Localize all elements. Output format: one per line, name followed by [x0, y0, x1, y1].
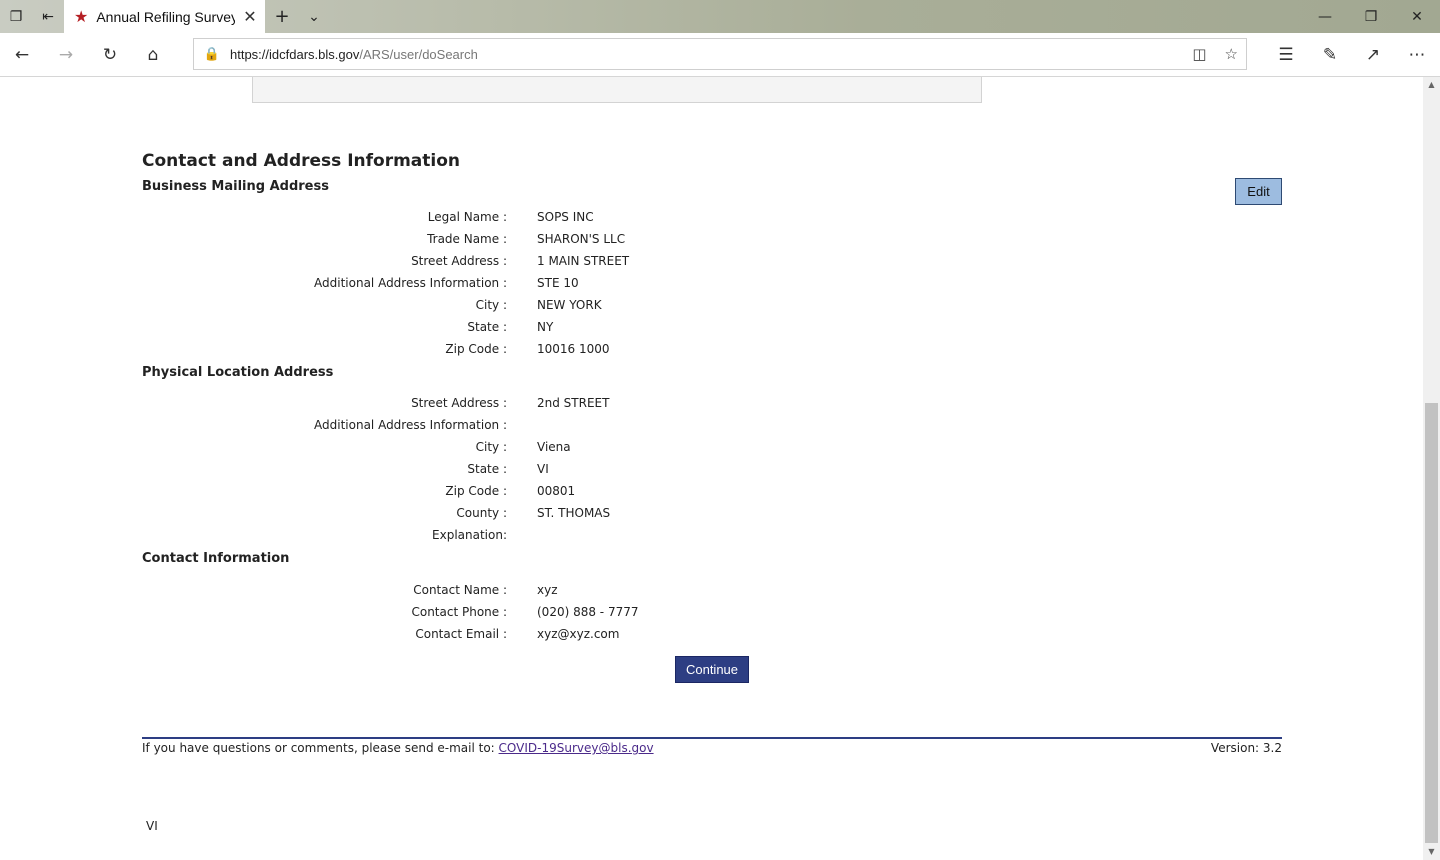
refresh-icon[interactable]: ↻	[94, 39, 126, 71]
tab-title: Annual Refiling Survey -	[96, 8, 235, 25]
business-row-city: City : NEW YORK	[475, 298, 602, 312]
physical-row-county: County : ST. THOMAS	[456, 506, 611, 520]
restore-icon[interactable]: ❐	[1348, 0, 1394, 33]
minimize-icon[interactable]: —	[1302, 0, 1348, 33]
favorite-star-icon[interactable]: ☆	[1225, 45, 1238, 63]
back-arrow-icon[interactable]: ←	[6, 39, 38, 71]
physical-row-zip: Zip Code : 00801	[445, 484, 576, 498]
contact-row-email: Contact Email : xyz@xyz.com	[415, 627, 620, 641]
browser-tab[interactable]: ★ Annual Refiling Survey - ✕	[64, 0, 265, 33]
lock-icon: 🔒	[203, 46, 221, 62]
physical-row-state: State : VI	[467, 462, 549, 476]
close-tab-icon[interactable]: ✕	[235, 7, 265, 26]
more-options-icon[interactable]: ⋯	[1401, 39, 1433, 71]
business-row-zip: Zip Code : 10016 1000	[445, 342, 610, 356]
footer-contact-text: If you have questions or comments, pleas…	[142, 741, 654, 755]
set-aside-tabs-icon[interactable]: ⇤	[32, 0, 64, 33]
business-row-trade-name: Trade Name : SHARON'S LLC	[427, 232, 626, 246]
scroll-thumb[interactable]	[1425, 403, 1438, 843]
favorites-list-icon[interactable]: ☰	[1270, 39, 1302, 71]
business-row-additional: Additional Address Information : STE 10	[314, 276, 579, 290]
physical-location-heading: Physical Location Address	[142, 365, 334, 380]
scroll-up-arrow-icon[interactable]: ▲	[1423, 77, 1440, 93]
contact-information-heading: Contact Information	[142, 551, 290, 566]
page-title: Contact and Address Information	[142, 151, 461, 171]
physical-row-city: City : Viena	[475, 440, 571, 454]
address-bar[interactable]: 🔒 https://idcfdars.bls.gov/ARS/user/doSe…	[193, 38, 1247, 70]
previous-section-box	[252, 77, 982, 103]
physical-row-explanation: Explanation:	[432, 528, 507, 542]
scroll-down-arrow-icon[interactable]: ▼	[1423, 844, 1440, 860]
close-window-icon[interactable]: ✕	[1394, 0, 1440, 33]
physical-row-street: Street Address : 2nd STREET	[411, 396, 610, 410]
edit-button[interactable]: Edit	[1235, 178, 1282, 205]
url-path: /ARS/user/doSearch	[359, 46, 478, 62]
version-label: Version: 3.2	[1210, 741, 1282, 755]
business-row-state: State : NY	[467, 320, 554, 334]
forward-arrow-icon[interactable]: →	[50, 39, 82, 71]
continue-button[interactable]: Continue	[675, 656, 749, 683]
reading-view-icon[interactable]: ◫	[1192, 45, 1206, 63]
bottom-state-text: VI	[146, 819, 158, 833]
footer-email-link[interactable]: COVID-19Survey@bls.gov	[499, 741, 654, 755]
footer-divider	[142, 737, 1282, 739]
tab-manager-icon[interactable]: ❐	[0, 0, 32, 33]
home-icon[interactable]: ⌂	[137, 39, 169, 71]
browser-titlebar: ❐ ⇤ ★ Annual Refiling Survey - ✕ + ⌄ — ❐…	[0, 0, 1440, 33]
page-viewport: Contact and Address Information Business…	[0, 77, 1423, 860]
browser-navbar: ← → ↻ ⌂ 🔒 https://idcfdars.bls.gov/ARS/u…	[0, 33, 1440, 77]
contact-row-name: Contact Name : xyz	[413, 583, 558, 597]
physical-row-additional: Additional Address Information :	[314, 418, 507, 432]
share-icon[interactable]: ↗	[1357, 39, 1389, 71]
business-row-legal-name: Legal Name : SOPS INC	[427, 210, 594, 224]
contact-row-phone: Contact Phone : (020) 888 - 7777	[411, 605, 639, 619]
new-tab-icon[interactable]: +	[266, 0, 298, 33]
tab-list-chevron-icon[interactable]: ⌄	[298, 0, 330, 33]
pen-icon[interactable]: ✎	[1314, 39, 1346, 71]
vertical-scrollbar[interactable]: ▲ ▼	[1423, 77, 1440, 860]
business-row-street: Street Address : 1 MAIN STREET	[411, 254, 630, 268]
url-host: https://idcfdars.bls.gov	[230, 46, 360, 62]
star-favicon-icon: ★	[74, 7, 89, 26]
business-mailing-heading: Business Mailing Address	[142, 179, 329, 194]
